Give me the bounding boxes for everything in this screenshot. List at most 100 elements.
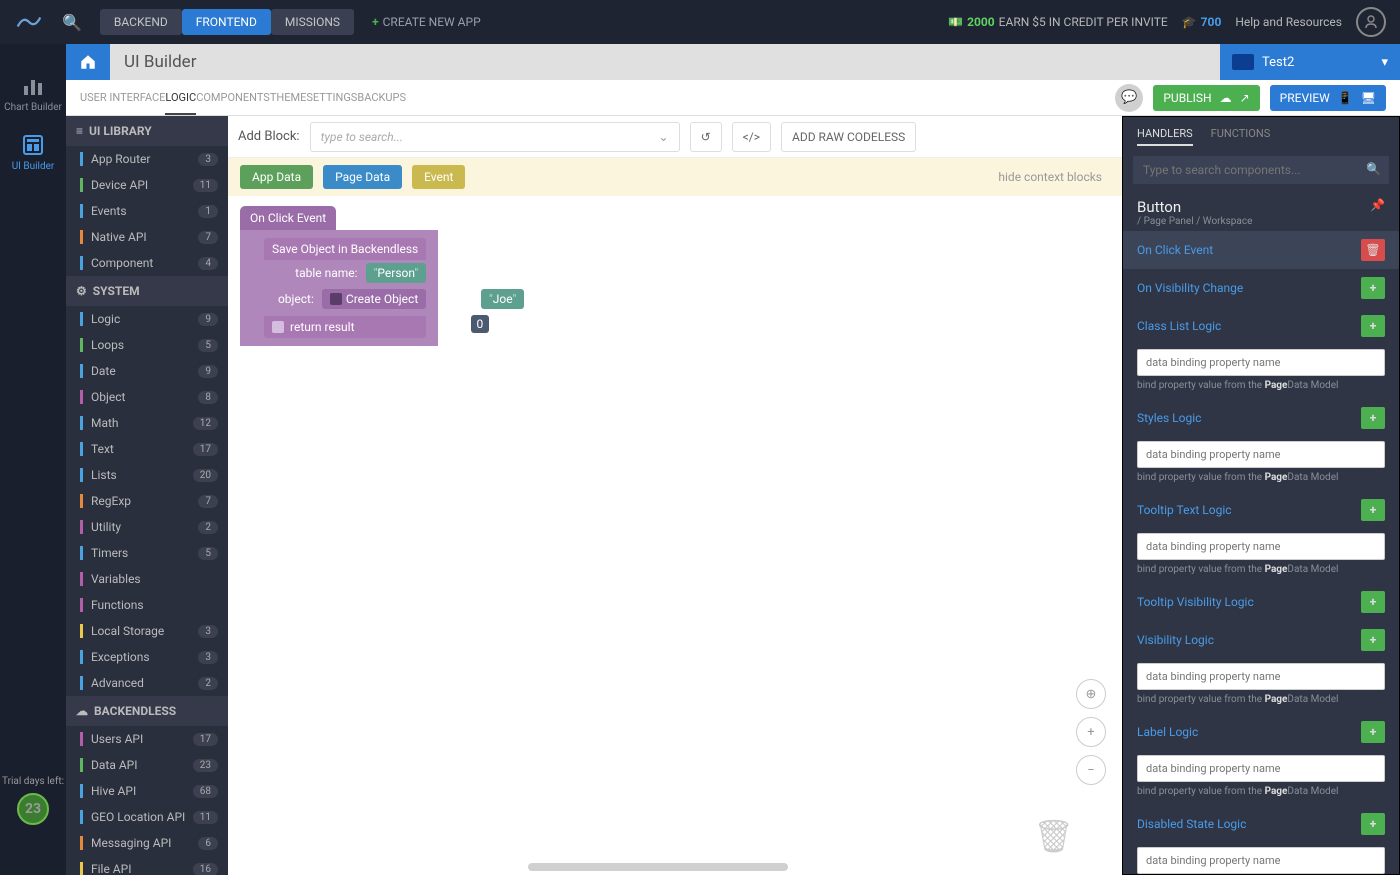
zoom-in-button[interactable]: + — [1076, 717, 1106, 747]
search-icon[interactable]: 🔍 — [62, 13, 82, 32]
lib-item-app-router[interactable]: App Router3 — [66, 146, 228, 172]
lib-item-regexp[interactable]: RegExp7 — [66, 488, 228, 514]
binding-input[interactable] — [1137, 533, 1385, 560]
block-create-object[interactable]: Create Object — [322, 289, 426, 309]
lib-item-logic[interactable]: Logic9 — [66, 306, 228, 332]
lib-item-variables[interactable]: Variables — [66, 566, 228, 592]
component-search-input[interactable] — [1133, 156, 1389, 184]
delete-handler-button[interactable]: 🗑 — [1361, 239, 1385, 261]
handler-styles-logic[interactable]: Styles Logic+ — [1123, 399, 1399, 437]
subtab-user-interface[interactable]: USER INTERFACE — [80, 82, 165, 113]
component-search[interactable]: 🔍 — [1133, 156, 1389, 184]
nav-frontend[interactable]: FRONTEND — [182, 9, 271, 35]
subtab-logic[interactable]: LOGIC — [165, 82, 196, 115]
lib-item-events[interactable]: Events1 — [66, 198, 228, 224]
add-handler-button[interactable]: + — [1361, 813, 1385, 835]
lib-item-messaging-api[interactable]: Messaging API6 — [66, 830, 228, 856]
nav-backend[interactable]: BACKEND — [100, 9, 182, 35]
handler-label-logic[interactable]: Label Logic+ — [1123, 713, 1399, 751]
block-table-value[interactable]: Person — [366, 263, 427, 283]
lib-item-advanced[interactable]: Advanced2 — [66, 670, 228, 696]
publish-button[interactable]: PUBLISH ☁↗ — [1153, 85, 1259, 111]
scrollbar[interactable] — [528, 863, 788, 871]
add-handler-button[interactable]: + — [1361, 407, 1385, 429]
handler-disabled-state-logic[interactable]: Disabled State Logic+ — [1123, 805, 1399, 843]
credits[interactable]: 💵 2000 EARN $5 IN CREDIT PER INVITE — [948, 15, 1168, 29]
lib-item-functions[interactable]: Functions — [66, 592, 228, 618]
workspace[interactable]: On Click Event Save Object in Backendles… — [228, 196, 1122, 875]
block-return-result[interactable]: return result — [264, 316, 426, 338]
lib-section-ui-library[interactable]: ≡ UI LIBRARY — [66, 116, 228, 146]
lib-item-data-api[interactable]: Data API23 — [66, 752, 228, 778]
nav-missions[interactable]: MISSIONS — [271, 9, 354, 35]
create-app-button[interactable]: +CREATE NEW APP — [372, 15, 481, 29]
binding-input[interactable] — [1137, 349, 1385, 376]
add-block-search[interactable]: type to search...⌄ — [310, 122, 680, 152]
hide-context-link[interactable]: hide context blocks — [998, 170, 1110, 184]
lib-item-local-storage[interactable]: Local Storage3 — [66, 618, 228, 644]
handler-on-click-event[interactable]: On Click Event🗑 — [1123, 231, 1399, 269]
binding-input[interactable] — [1137, 755, 1385, 782]
lib-item-object[interactable]: Object8 — [66, 384, 228, 410]
lib-item-text[interactable]: Text17 — [66, 436, 228, 462]
home-button[interactable] — [66, 44, 110, 80]
lib-item-math[interactable]: Math12 — [66, 410, 228, 436]
tab-handlers[interactable]: HANDLERS — [1137, 127, 1193, 146]
handler-tooltip-text-logic[interactable]: Tooltip Text Logic+ — [1123, 491, 1399, 529]
chat-icon[interactable]: 💬 — [1115, 84, 1143, 112]
lib-item-date[interactable]: Date9 — [66, 358, 228, 384]
subtab-backups[interactable]: BACKUPS — [357, 82, 406, 113]
lib-item-hive-api[interactable]: Hive API68 — [66, 778, 228, 804]
add-handler-button[interactable]: + — [1361, 277, 1385, 299]
ctx-page-data[interactable]: Page Data — [323, 165, 402, 189]
block-event-header[interactable]: On Click Event — [240, 206, 336, 230]
subtab-theme[interactable]: THEME — [270, 82, 307, 113]
handler-class-list-logic[interactable]: Class List Logic+ — [1123, 307, 1399, 345]
lib-item-loops[interactable]: Loops5 — [66, 332, 228, 358]
add-handler-button[interactable]: + — [1361, 629, 1385, 651]
lib-item-file-api[interactable]: File API16 — [66, 856, 228, 875]
add-handler-button[interactable]: + — [1361, 721, 1385, 743]
lib-item-utility[interactable]: Utility2 — [66, 514, 228, 540]
undo-button[interactable]: ↺ — [690, 122, 722, 152]
subtab-components[interactable]: COMPONENTS — [196, 82, 270, 113]
block-group[interactable]: On Click Event Save Object in Backendles… — [240, 206, 438, 346]
code-button[interactable]: </> — [732, 122, 771, 152]
ctx-app-data[interactable]: App Data — [240, 165, 313, 189]
lib-section-backendless[interactable]: ☁ BACKENDLESS — [66, 696, 228, 726]
zoom-out-button[interactable]: − — [1076, 755, 1106, 785]
lib-item-device-api[interactable]: Device API11 — [66, 172, 228, 198]
handler-on-visibility-change[interactable]: On Visibility Change+ — [1123, 269, 1399, 307]
lib-item-component[interactable]: Component4 — [66, 250, 228, 276]
lib-item-native-api[interactable]: Native API7 — [66, 224, 228, 250]
pin-icon[interactable]: 📌 — [1370, 198, 1385, 216]
app-selector[interactable]: Test2 ▾ — [1220, 44, 1400, 80]
binding-input[interactable] — [1137, 441, 1385, 468]
subtab-settings[interactable]: SETTINGS — [306, 82, 357, 113]
lib-item-exceptions[interactable]: Exceptions3 — [66, 644, 228, 670]
lib-item-users-api[interactable]: Users API17 — [66, 726, 228, 752]
checkbox-icon[interactable] — [272, 321, 284, 333]
add-handler-button[interactable]: + — [1361, 315, 1385, 337]
center-button[interactable]: ⊕ — [1076, 679, 1106, 709]
ctx-event[interactable]: Event — [412, 165, 465, 189]
rail-ui-builder[interactable]: UI Builder — [12, 133, 55, 172]
lib-section-system[interactable]: ⚙ SYSTEM — [66, 276, 228, 306]
block-save-object[interactable]: Save Object in Backendless — [264, 238, 426, 260]
add-handler-button[interactable]: + — [1361, 591, 1385, 613]
binding-input[interactable] — [1137, 847, 1385, 874]
binding-input[interactable] — [1137, 663, 1385, 690]
add-handler-button[interactable]: + — [1361, 499, 1385, 521]
add-raw-codeless-button[interactable]: ADD RAW CODELESS — [781, 122, 916, 152]
avatar[interactable] — [1356, 7, 1386, 37]
lib-item-timers[interactable]: Timers5 — [66, 540, 228, 566]
handler-tooltip-visibility-logic[interactable]: Tooltip Visibility Logic+ — [1123, 583, 1399, 621]
rail-chart-builder[interactable]: Chart Builder — [4, 74, 62, 113]
help-link[interactable]: Help and Resources — [1235, 15, 1342, 29]
grad-points[interactable]: 🎓 700 — [1182, 15, 1222, 29]
block-name-value[interactable]: Joe — [481, 289, 524, 309]
tab-functions[interactable]: FUNCTIONS — [1211, 127, 1271, 146]
lib-item-geo-location-api[interactable]: GEO Location API11 — [66, 804, 228, 830]
lib-item-lists[interactable]: Lists20 — [66, 462, 228, 488]
block-age-value[interactable]: 0 — [471, 315, 490, 333]
